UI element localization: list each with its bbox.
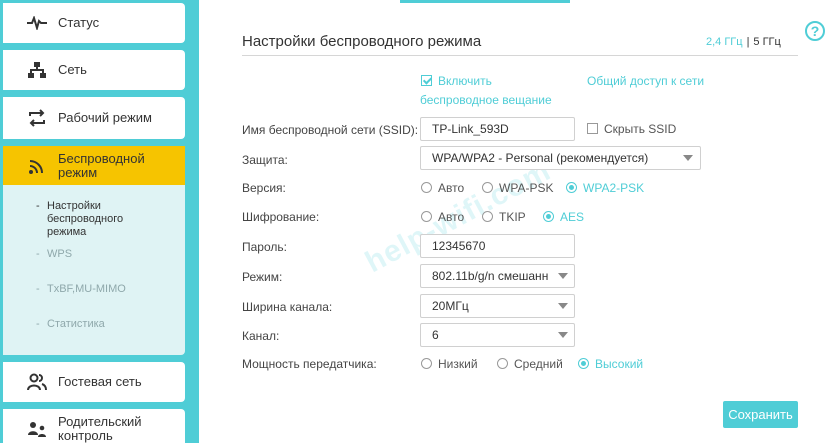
ssid-label: Имя беспроводной сети (SSID): <box>242 123 419 137</box>
tx-power-low-label: Низкий <box>438 357 478 371</box>
enable-wireless-label-line1: Включить <box>438 74 492 88</box>
version-wpa-psk-label: WPA-PSK <box>499 181 554 195</box>
security-label: Защита: <box>242 153 288 167</box>
nav-item-status[interactable]: Статус <box>3 3 185 43</box>
mode-select[interactable]: 802.11b/g/n смешанн <box>420 264 575 288</box>
tx-power-medium-label: Средний <box>514 357 563 371</box>
channel-width-select-value: 20МГц <box>432 299 469 313</box>
wifi-icon <box>26 155 48 177</box>
band-switcher: 2,4 ГГц | 5 ГГц <box>706 36 781 48</box>
tx-power-high-label: Высокий <box>595 357 644 371</box>
version-auto-radio[interactable] <box>421 182 432 193</box>
chevron-down-icon <box>558 273 568 279</box>
tx-power-low-radio[interactable] <box>421 358 432 369</box>
guest-users-icon <box>26 371 48 393</box>
sidebar: Статус Сеть Рабочий режим Беспроводной р… <box>0 0 199 443</box>
version-wpa2-psk-radio[interactable] <box>566 182 577 193</box>
network-sharing-link[interactable]: Общий доступ к сети <box>587 74 704 88</box>
tx-power-high-radio[interactable] <box>578 358 589 369</box>
version-wpa2-psk-label: WPA2-PSK <box>583 181 645 195</box>
channel-width-select[interactable]: 20МГц <box>420 294 575 318</box>
nav-item-operation-mode[interactable]: Рабочий режим <box>3 97 185 139</box>
channel-select-value: 6 <box>432 328 439 342</box>
tx-power-label: Мощность передатчика: <box>242 357 377 371</box>
nav-label-status: Статус <box>58 15 100 30</box>
nav-label-parental-control: Родительский контроль <box>58 415 142 443</box>
page-title: Настройки беспроводного режима <box>242 33 482 50</box>
band-5-tab[interactable]: 5 ГГц <box>753 36 780 48</box>
tx-power-medium-radio[interactable] <box>497 358 508 369</box>
version-wpa-psk-radio[interactable] <box>482 182 493 193</box>
version-auto-label: Авто <box>438 181 465 195</box>
encryption-tkip-label: TKIP <box>499 210 526 224</box>
channel-width-label: Ширина канала: <box>242 300 333 314</box>
submenu-wps[interactable]: WPS <box>36 248 72 261</box>
submenu-wireless-settings-line2: беспроводного <box>47 213 124 225</box>
encryption-aes-label: AES <box>560 210 585 224</box>
mode-label: Режим: <box>242 270 283 284</box>
nav-item-parental-control[interactable]: Родительский контроль <box>3 409 185 443</box>
pulse-icon <box>26 12 48 34</box>
chevron-down-icon <box>683 155 693 161</box>
nav-label-wireless-line1: Беспроводной <box>58 151 145 166</box>
hide-ssid-checkbox[interactable] <box>587 123 598 134</box>
nav-item-wireless[interactable]: Беспроводной режим <box>3 146 185 186</box>
encryption-tkip-radio[interactable] <box>482 211 493 222</box>
submenu-wireless-settings[interactable]: Настройки беспроводного режима <box>36 200 124 239</box>
nav-label-parental-line1: Родительский <box>58 414 142 429</box>
nav-label-wireless-line2: режим <box>58 165 98 180</box>
security-select[interactable]: WPA/WPA2 - Personal (рекомендуется) <box>420 146 701 170</box>
wireless-submenu: Настройки беспроводного режима WPS TxBF,… <box>3 185 185 355</box>
nav-label-network: Сеть <box>58 62 87 77</box>
security-select-value: WPA/WPA2 - Personal (рекомендуется) <box>432 151 649 165</box>
chevron-down-icon <box>558 303 568 309</box>
chevron-down-icon <box>558 332 568 338</box>
top-accent-line <box>400 0 570 3</box>
password-input[interactable]: 12345670 <box>420 234 575 258</box>
nav-item-guest-network[interactable]: Гостевая сеть <box>3 362 185 402</box>
encryption-label: Шифрование: <box>242 210 320 224</box>
encryption-auto-label: Авто <box>438 210 465 224</box>
band-24-tab[interactable]: 2,4 ГГц <box>706 36 743 48</box>
help-icon[interactable]: ? <box>805 21 825 41</box>
save-button[interactable]: Сохранить <box>723 401 798 428</box>
password-label: Пароль: <box>242 240 287 254</box>
enable-wireless-label-line2: беспроводное вещание <box>420 93 552 107</box>
channel-select[interactable]: 6 <box>420 323 575 347</box>
encryption-auto-radio[interactable] <box>421 211 432 222</box>
nav-label-operation-mode: Рабочий режим <box>58 110 152 125</box>
mode-switch-icon <box>26 107 48 129</box>
submenu-txbf-mu-mimo[interactable]: TxBF,MU-MIMO <box>36 283 126 296</box>
nav-label-guest-network: Гостевая сеть <box>58 374 142 389</box>
nav-item-network[interactable]: Сеть <box>3 50 185 90</box>
hide-ssid-label: Скрыть SSID <box>604 122 677 136</box>
channel-label: Канал: <box>242 329 280 343</box>
submenu-wireless-settings-line1: Настройки <box>47 200 101 212</box>
band-separator: | <box>746 36 750 48</box>
nav-label-wireless: Беспроводной режим <box>58 152 145 180</box>
encryption-aes-radio[interactable] <box>543 211 554 222</box>
enable-wireless-checkbox[interactable] <box>421 75 432 86</box>
ssid-input[interactable]: TP-Link_593D <box>420 117 575 141</box>
nav-label-parental-line2: контроль <box>58 428 113 443</box>
title-divider <box>242 55 798 56</box>
parental-control-icon <box>26 418 48 440</box>
submenu-statistics[interactable]: Статистика <box>36 318 105 331</box>
version-label: Версия: <box>242 181 286 195</box>
network-icon <box>26 59 48 81</box>
mode-select-value: 802.11b/g/n смешанн <box>432 269 549 283</box>
submenu-wireless-settings-line3: режима <box>47 226 87 238</box>
